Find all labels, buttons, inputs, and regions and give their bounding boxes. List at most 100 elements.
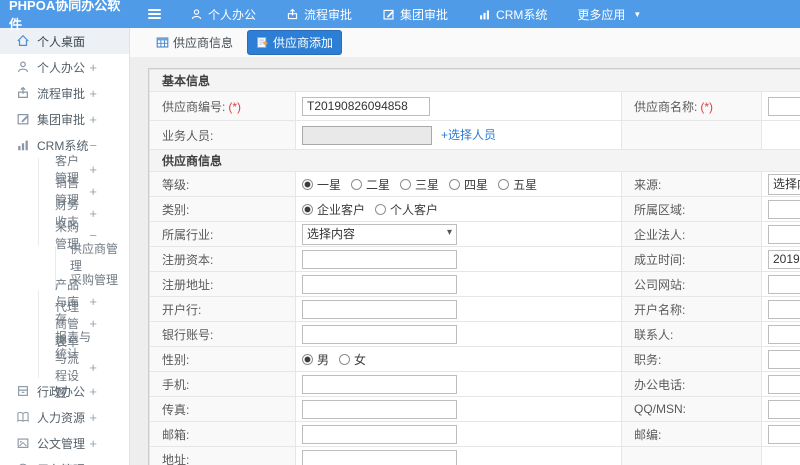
- level-radio-input[interactable]: [498, 178, 510, 190]
- expand-icon[interactable]: +: [89, 361, 97, 374]
- source-select[interactable]: 选择内容: [768, 173, 800, 195]
- field-label-cell: 等级:: [149, 171, 296, 197]
- level-radio-input[interactable]: [449, 178, 461, 190]
- level-radio-input[interactable]: [351, 178, 363, 190]
- office-phone-input[interactable]: [768, 374, 800, 394]
- supplier-code-input[interactable]: [302, 96, 430, 116]
- topnav-item-workflow-approval[interactable]: 流程审批: [271, 0, 367, 28]
- industry-select[interactable]: 选择内容: [302, 223, 457, 245]
- category-radio-input[interactable]: [375, 203, 387, 215]
- hr-icon: [16, 410, 30, 424]
- doc-icon: [16, 436, 30, 450]
- collapse-icon[interactable]: −: [89, 139, 97, 152]
- gender-radio-0[interactable]: 男: [302, 351, 329, 368]
- expand-icon[interactable]: +: [89, 385, 97, 398]
- expand-icon[interactable]: +: [89, 207, 97, 220]
- registered-capital-input[interactable]: [302, 249, 457, 269]
- choose-staff-link[interactable]: +选择人员: [441, 128, 496, 142]
- category-radio-input[interactable]: [302, 203, 313, 215]
- sidebar-item-label: 个人办公: [37, 60, 86, 75]
- topnav-item-label: 更多应用: [577, 7, 626, 22]
- email-input[interactable]: [302, 424, 457, 444]
- field-label-cell: 注册资本:: [149, 246, 296, 272]
- menu-toggle-icon[interactable]: [148, 9, 161, 19]
- level-radio-4[interactable]: 五星: [498, 176, 537, 193]
- sidebar-item-label: 集团审批: [37, 112, 86, 127]
- radio-label: 三星: [415, 177, 440, 192]
- gender-radio-1[interactable]: 女: [339, 351, 366, 368]
- field-value-cell: [295, 91, 622, 121]
- expand-icon[interactable]: +: [89, 61, 97, 74]
- gender-radio-input[interactable]: [339, 353, 351, 365]
- founded-date-input[interactable]: [768, 249, 800, 269]
- bank-account-input[interactable]: [302, 324, 457, 344]
- company-website-input[interactable]: [768, 274, 800, 294]
- field-label-cell: 所属行业:: [149, 221, 296, 247]
- expand-icon[interactable]: +: [89, 113, 97, 126]
- edit-icon: [16, 112, 30, 126]
- expand-icon[interactable]: +: [89, 87, 97, 100]
- field-label: 注册地址:: [162, 277, 214, 292]
- job-title-input[interactable]: [768, 349, 800, 369]
- category-radio-1[interactable]: 个人客户: [375, 201, 438, 218]
- flow-icon: [286, 8, 299, 21]
- field-label-cell: 来源:: [621, 171, 762, 197]
- level-radio-0[interactable]: 一星: [302, 176, 341, 193]
- fax-input[interactable]: [302, 399, 457, 419]
- level-radio-2[interactable]: 三星: [400, 176, 439, 193]
- expand-icon[interactable]: +: [89, 295, 97, 308]
- bank-branch-input[interactable]: [302, 299, 457, 319]
- tab-supplier-info[interactable]: 供应商信息: [148, 31, 241, 54]
- level-radio-input[interactable]: [302, 178, 313, 190]
- field-label: 供应商编号:: [162, 99, 226, 114]
- zip-code-input[interactable]: [768, 424, 800, 444]
- topnav-item-personal-office[interactable]: 个人办公: [175, 0, 271, 28]
- expand-icon[interactable]: +: [89, 411, 97, 424]
- legal-person-input[interactable]: [768, 224, 800, 244]
- gender-radio-input[interactable]: [302, 353, 313, 365]
- form-row: 注册地址: 公司网站:: [149, 271, 800, 297]
- topnav-item-group-approval[interactable]: 集团审批: [367, 0, 463, 28]
- form-row: 手机: 办公电话:: [149, 371, 800, 397]
- registered-address-input[interactable]: [302, 274, 457, 294]
- field-value-cell: [295, 421, 622, 447]
- mobile-input[interactable]: [302, 374, 457, 394]
- supplier-name-input[interactable]: [768, 96, 800, 116]
- category-radio-0[interactable]: 企业客户: [302, 201, 365, 218]
- sidebar-item-form-flow-settings[interactable]: 表单与流程设置 +: [38, 335, 129, 400]
- field-label-cell: 地址:: [149, 446, 296, 465]
- expand-icon[interactable]: +: [89, 163, 97, 176]
- expand-icon[interactable]: +: [89, 185, 97, 198]
- radio-label: 企业客户: [317, 202, 366, 217]
- account-name-input[interactable]: [768, 299, 800, 319]
- sidebar-item-human-resources[interactable]: 人力资源 +: [0, 404, 129, 430]
- field-value-cell: [760, 221, 800, 247]
- sidebar-item-vehicle-mgmt[interactable]: 用车管理+: [0, 456, 129, 465]
- level-radio-input[interactable]: [400, 178, 412, 190]
- field-label-cell: 成立时间:: [621, 246, 762, 272]
- topnav-item-more-apps[interactable]: 更多应用 ▼: [562, 0, 656, 28]
- region-input[interactable]: [768, 199, 800, 219]
- required-marker: (*): [228, 99, 242, 114]
- sidebar-item-personal-office[interactable]: 个人办公 +: [0, 54, 129, 80]
- business-staff-input[interactable]: [302, 125, 432, 145]
- sidebar-item-workflow-approval[interactable]: 流程审批 +: [0, 80, 129, 106]
- field-label: 业务人员:: [162, 128, 214, 143]
- category-radio-group: 企业客户 个人客户: [302, 201, 621, 218]
- form-row: 所属行业: 选择内容 企业法人:: [149, 221, 800, 247]
- sidebar-item-document-mgmt[interactable]: 公文管理 +: [0, 430, 129, 456]
- field-label-cell: 所属区域:: [621, 196, 762, 222]
- topnav-item-crm-system[interactable]: CRM系统: [463, 0, 562, 28]
- level-radio-3[interactable]: 四星: [449, 176, 488, 193]
- sidebar-item-group-approval[interactable]: 集团审批 +: [0, 106, 129, 132]
- topnav-item-label: CRM系统: [496, 7, 548, 22]
- field-label: 银行账号:: [162, 327, 214, 342]
- tab-supplier-add[interactable]: 供应商添加: [247, 30, 343, 55]
- qq-msn-input[interactable]: [768, 399, 800, 419]
- contact-person-input[interactable]: [768, 324, 800, 344]
- address-input[interactable]: [302, 449, 457, 465]
- field-value-cell: 男女: [295, 346, 622, 372]
- field-label-cell: 银行账号:: [149, 321, 296, 347]
- expand-icon[interactable]: +: [89, 437, 97, 450]
- level-radio-1[interactable]: 二星: [351, 176, 390, 193]
